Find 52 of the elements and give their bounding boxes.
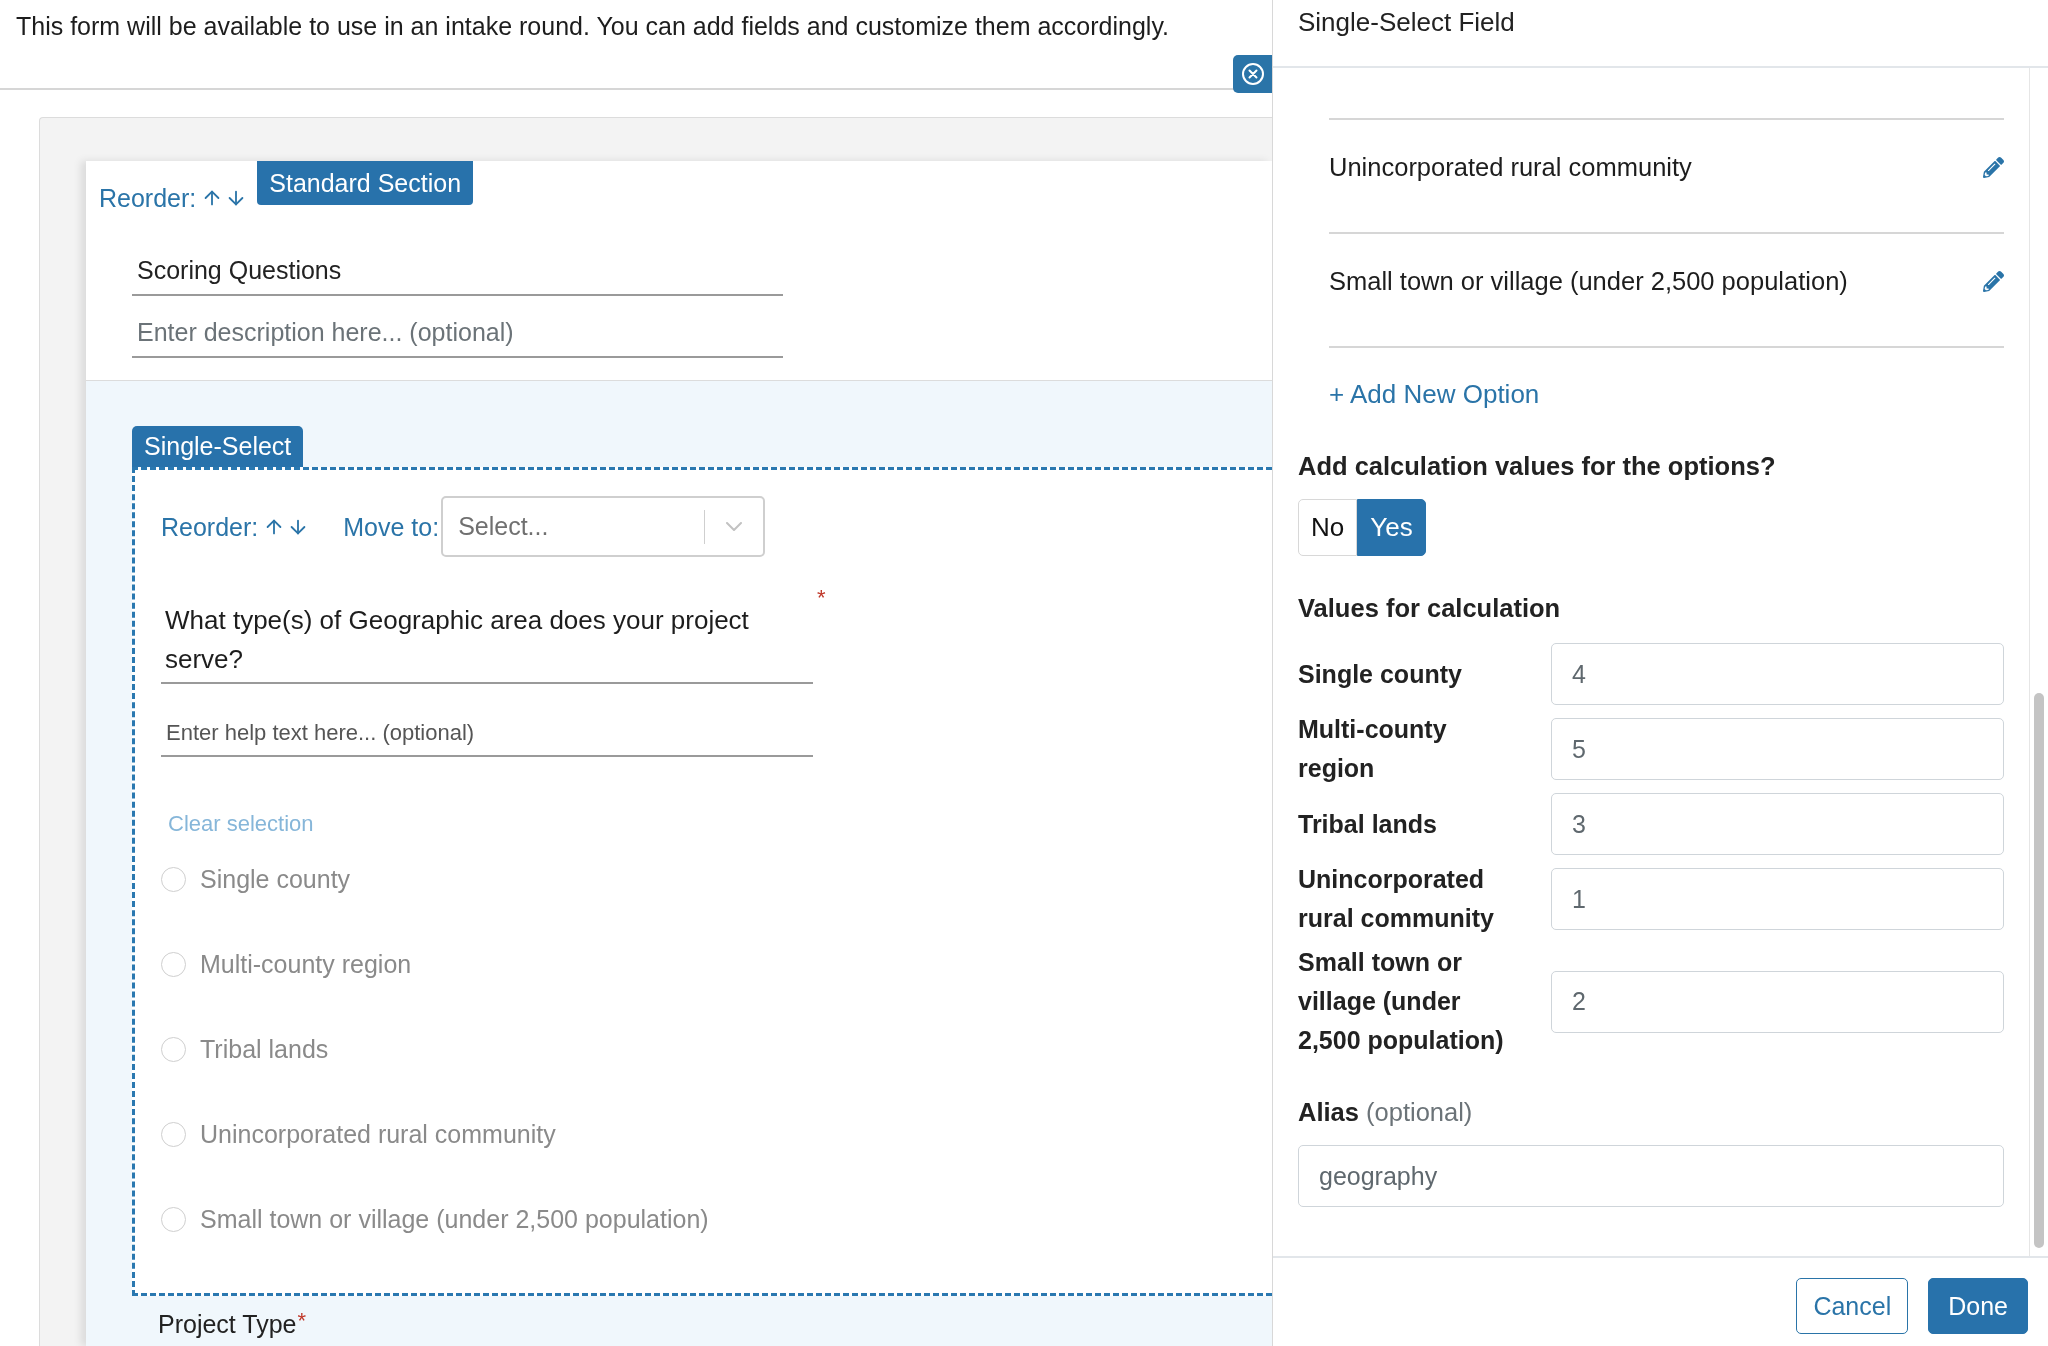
add-option-link[interactable]: + Add New Option: [1329, 380, 1540, 408]
pencil-icon[interactable]: [1983, 270, 2004, 292]
question-input[interactable]: What type(s) of Geographic area does your project serve?: [161, 601, 813, 684]
reorder-label: Reorder:: [161, 512, 259, 541]
radio-button[interactable]: [161, 952, 186, 977]
radio-button[interactable]: [161, 1122, 186, 1147]
value-label: Tribal lands: [1298, 808, 1438, 840]
alias-label: Alias (optional): [1298, 1098, 1473, 1126]
radio-button[interactable]: [161, 1037, 186, 1062]
radio-button[interactable]: [161, 1207, 186, 1232]
value-input[interactable]: 1: [1551, 868, 2004, 930]
option-label: Multi-county region: [200, 950, 412, 979]
section-title-input[interactable]: Scoring Questions: [132, 246, 783, 296]
done-button[interactable]: Done: [1928, 1278, 2028, 1334]
move-to-select[interactable]: Select...: [441, 496, 766, 557]
close-icon: [1240, 62, 1265, 86]
field-label: Project Type: [158, 1310, 297, 1338]
value-label: Multi-county region: [1298, 714, 1448, 784]
toggle-option[interactable]: No: [1298, 499, 1358, 556]
value-label: Small town or village (under 2,500 population): [1298, 947, 1505, 1056]
section-description-input[interactable]: Enter description here... (optional): [132, 309, 783, 358]
section-type-tag: Standard Section: [257, 161, 474, 205]
radio-button[interactable]: [161, 867, 186, 892]
panel-title: Single-Select Field: [1298, 6, 1516, 38]
toggle-option[interactable]: Yes: [1357, 499, 1426, 556]
option-label: Single county: [200, 865, 351, 894]
value-input[interactable]: 4: [1551, 643, 2004, 705]
help-text-input[interactable]: Enter help text here... (optional): [161, 711, 813, 757]
scrollbar-thumb[interactable]: [2034, 693, 2044, 1248]
option-label: Tribal lands: [200, 1035, 329, 1064]
alias-input[interactable]: geography: [1298, 1145, 2004, 1207]
close-button[interactable]: [1233, 55, 1272, 93]
cancel-button[interactable]: Cancel: [1796, 1278, 1909, 1334]
calculation-question: Add calculation values for the options?: [1298, 452, 1776, 480]
field-type-tag: Single-Select: [132, 426, 304, 467]
reorder-label: Reorder:: [99, 184, 197, 212]
value-input[interactable]: 5: [1551, 718, 2004, 780]
option-label: Small town or village (under 2,500 population): [1329, 266, 1848, 296]
pencil-icon[interactable]: [1983, 156, 2004, 178]
option-label: Unincorporated rural community: [200, 1120, 556, 1149]
value-label: Single county: [1298, 658, 1463, 690]
value-input[interactable]: 3: [1551, 793, 2004, 855]
value-input[interactable]: 2: [1551, 970, 2004, 1033]
form-description: This form will be available to use in an intake round. You can add fields and customize them accordingly.: [16, 11, 1170, 41]
required-mark: *: [817, 587, 826, 609]
move-to-label: Move to:: [343, 512, 440, 541]
option-label: Small town or village (under 2,500 population): [200, 1205, 709, 1234]
value-label: Unincorporated rural community: [1298, 864, 1495, 934]
option-label: Unincorporated rural community: [1329, 152, 1692, 182]
values-heading: Values for calculation: [1298, 594, 1561, 622]
required-mark: *: [297, 1310, 307, 1332]
chevron-down-icon: [726, 522, 743, 531]
